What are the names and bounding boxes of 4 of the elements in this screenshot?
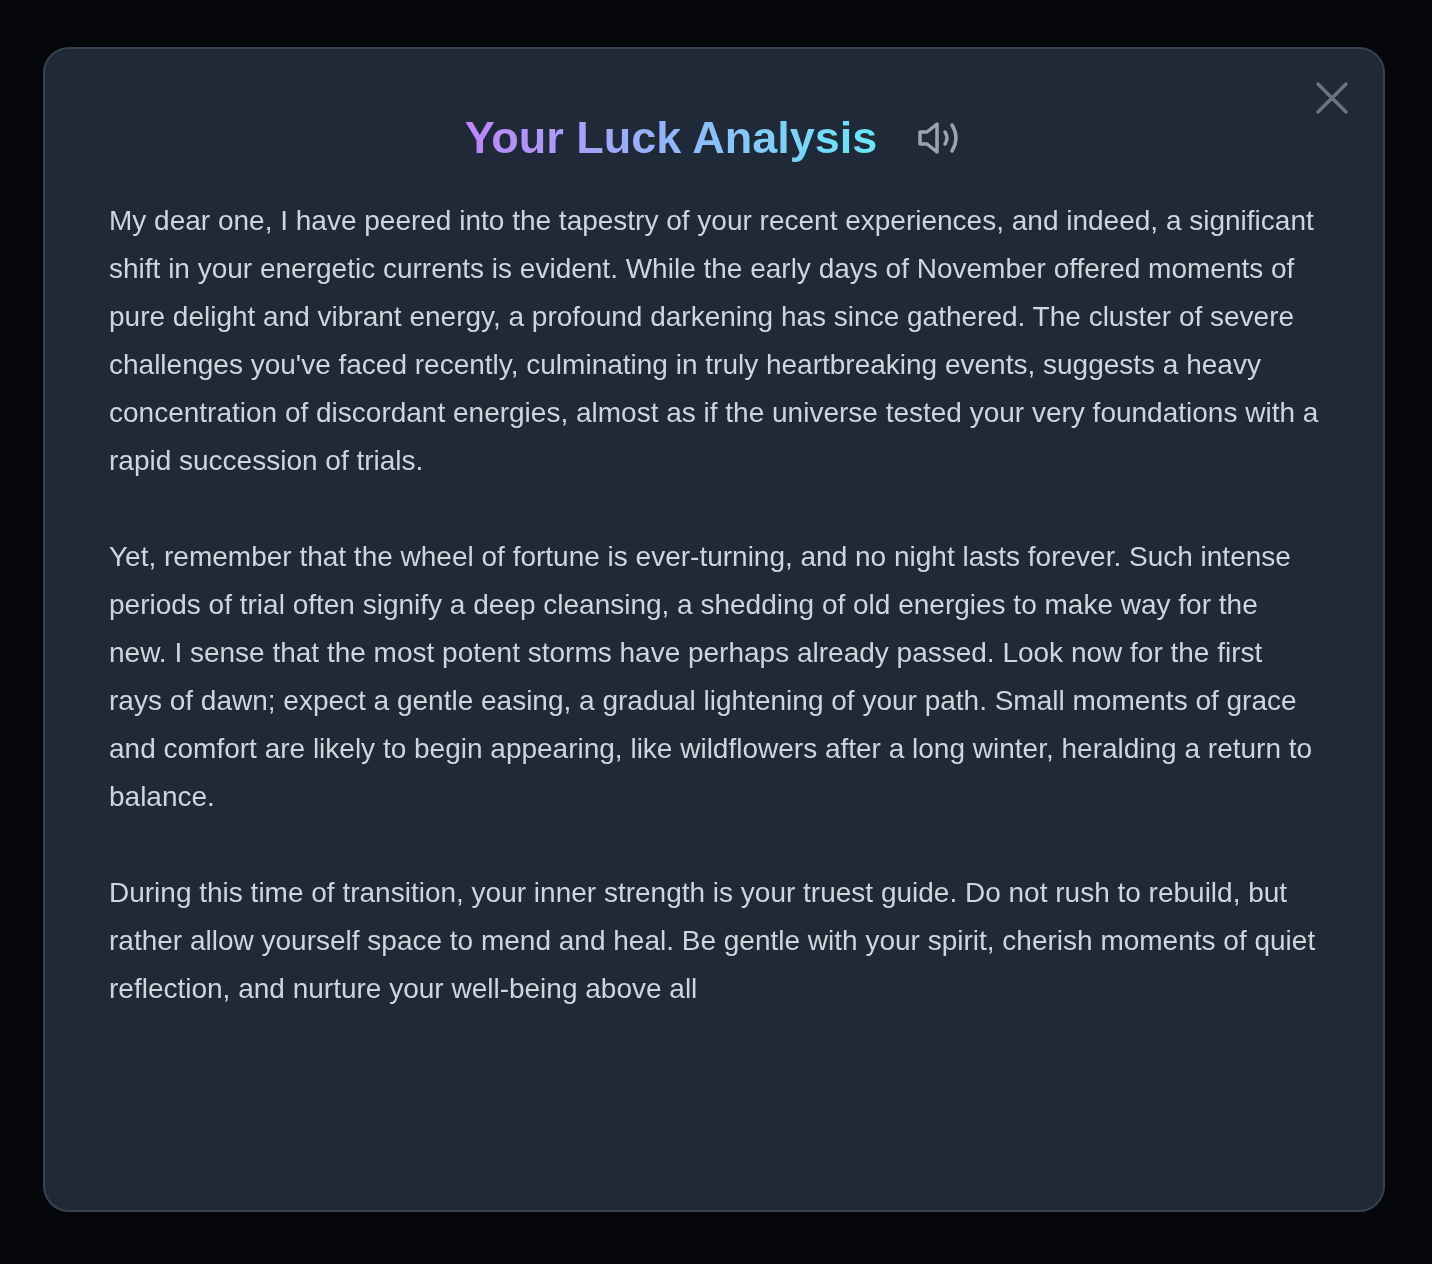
analysis-paragraph: During this time of transition, your inner strength is your truest guide. Do not rush to rebuild, but rather allow yourself space to mend and heal. Be gentle with your spirit, cherish moments of quiet reflection, and nurture your well-being above all — [109, 876, 1317, 1006]
analysis-paragraph: Yet, remember that the wheel of fortune is ever-turning, and no night lasts forever. Such intense periods of trial often signify a deep cleansing, a shedding of old energies to make way for the new. I sense that the most potent storms have perhaps already passed. Look now for the first rays of dawn; expect a gentle easing, a gradual lightening of your path. Small moments of grace and comfort are likely to begin appearing, like wildflowers after a long winter, heralding a return to balance. — [109, 540, 1314, 814]
analysis-paragraph: My dear one, I have peered into the tapestry of your recent experiences, and indeed, a significant shift in your energetic currents is evident. While the early days of November offered moments of pure delight and vibrant energy, a profound darkening has since gathered. The cluster of severe challenges you've faced recently, culminating in truly heartbreaking events, suggests a heavy concentration of discordant energies, almost as if the universe tested your very foundations with a rapid succession of trials. — [109, 204, 1319, 478]
close-icon — [1315, 81, 1349, 115]
